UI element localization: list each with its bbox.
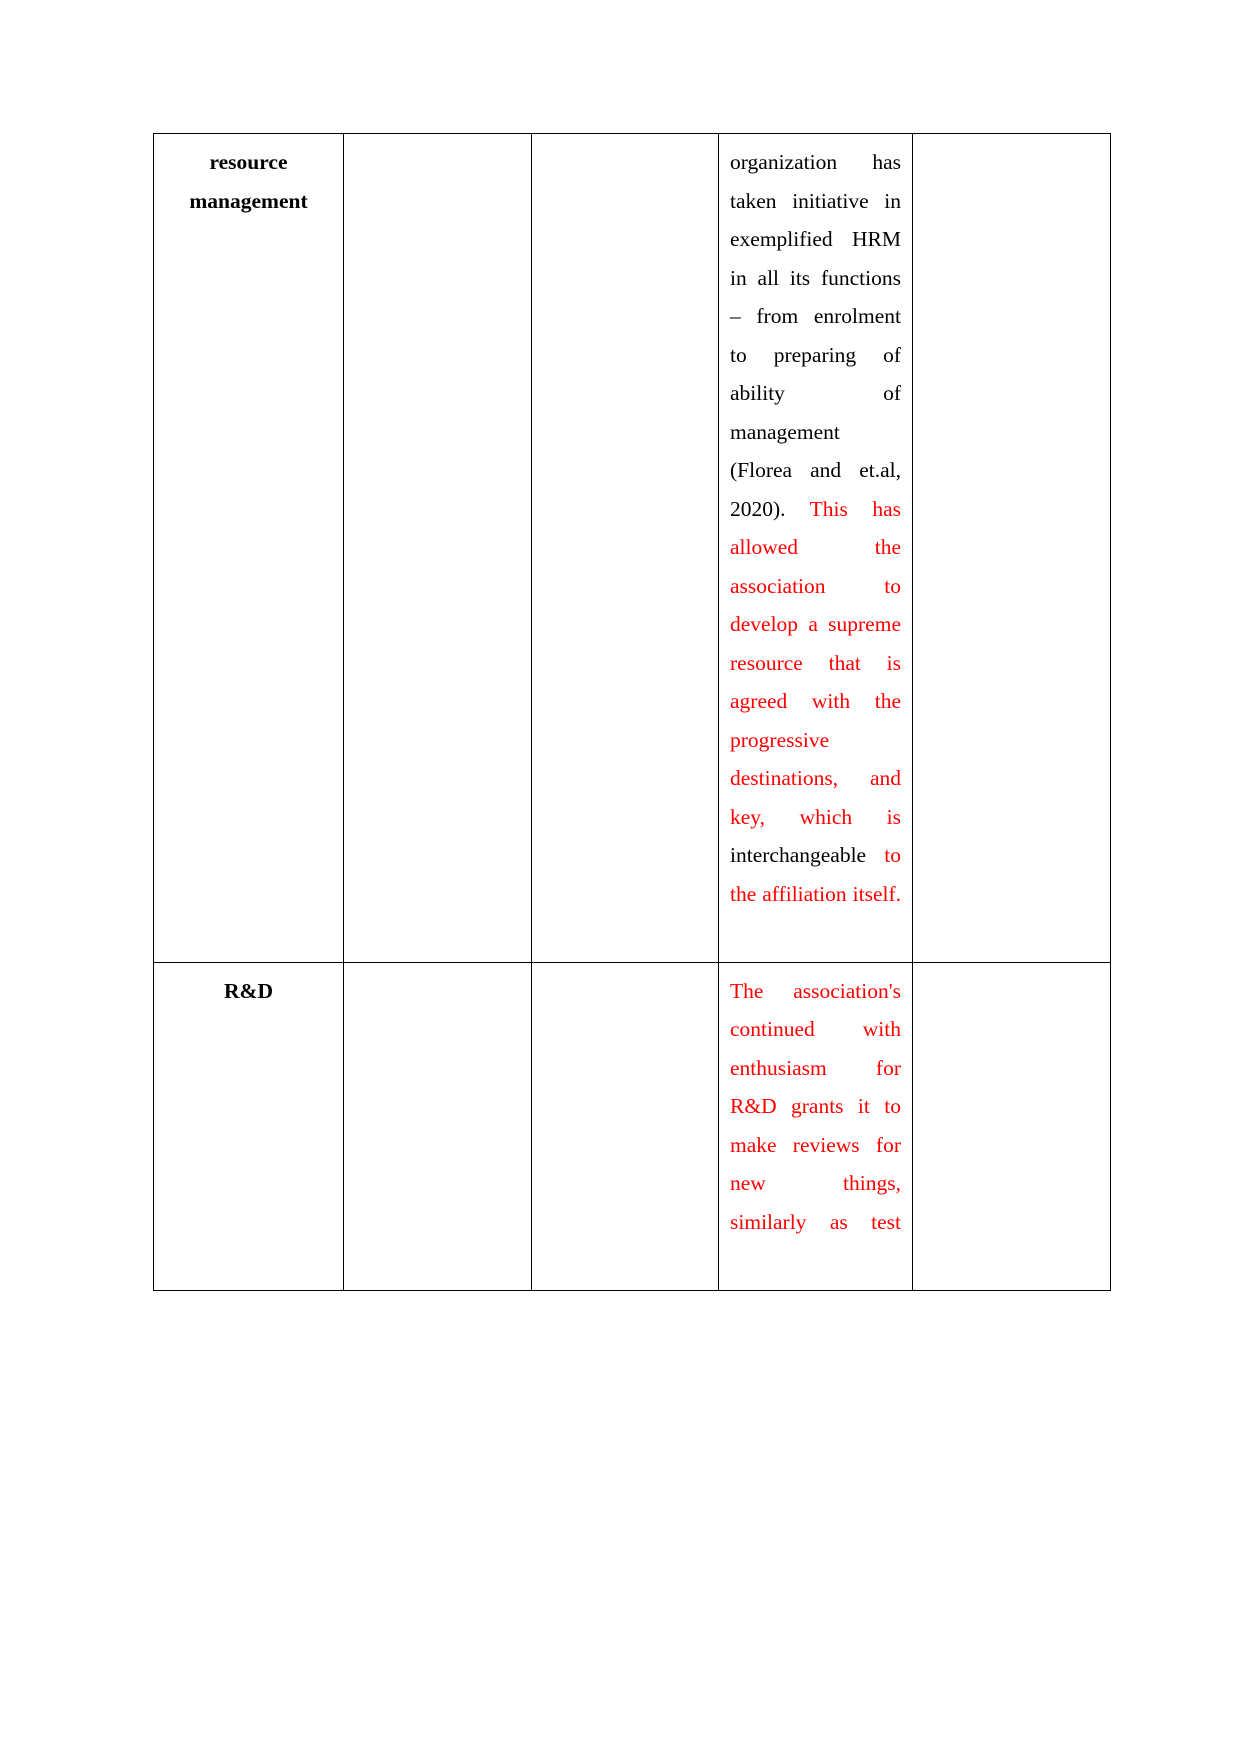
row-cell-col5 <box>912 961 1111 1291</box>
description-segment: interchangeable <box>730 843 885 867</box>
description-segment: organization has taken initiative in exe… <box>730 150 901 521</box>
row-label-text: resource management <box>189 150 308 213</box>
cell-description-text: organization has taken initiative in exe… <box>730 143 901 952</box>
row-cell-description: The association's continued with enthusi… <box>718 961 913 1291</box>
document-page: resource management organization has tak… <box>0 0 1241 1754</box>
cell-text-col5 <box>924 143 1099 153</box>
cell-description-text: The association's continued with enthusi… <box>730 972 901 1280</box>
row-cell-description: organization has taken initiative in exe… <box>718 133 913 963</box>
row-label-text: R&D <box>224 978 273 1003</box>
row-label-cell-rd: R&D <box>153 961 344 1291</box>
cell-text-col5 <box>924 972 1099 982</box>
cell-text-col2 <box>355 143 520 153</box>
table-row: resource management organization has tak… <box>153 133 1111 963</box>
description-segment: This has allowed the association to deve… <box>730 496 901 829</box>
row-cell-col2 <box>343 133 532 963</box>
description-segment: The association's continued with enthusi… <box>730 978 901 1234</box>
cell-text-col2 <box>355 972 520 982</box>
row-label-cell-resource-management: resource management <box>153 133 344 963</box>
cell-text-col3 <box>543 143 707 153</box>
row-cell-col2 <box>343 961 532 1291</box>
table-container: resource management organization has tak… <box>153 133 1111 1291</box>
row-cell-col3 <box>531 133 719 963</box>
row-cell-col5 <box>912 133 1111 963</box>
cell-text-col3 <box>543 972 707 982</box>
row-cell-col3 <box>531 961 719 1291</box>
table-row: R&D The association's continued with ent… <box>153 961 1111 1291</box>
content-table: resource management organization has tak… <box>153 133 1111 1291</box>
